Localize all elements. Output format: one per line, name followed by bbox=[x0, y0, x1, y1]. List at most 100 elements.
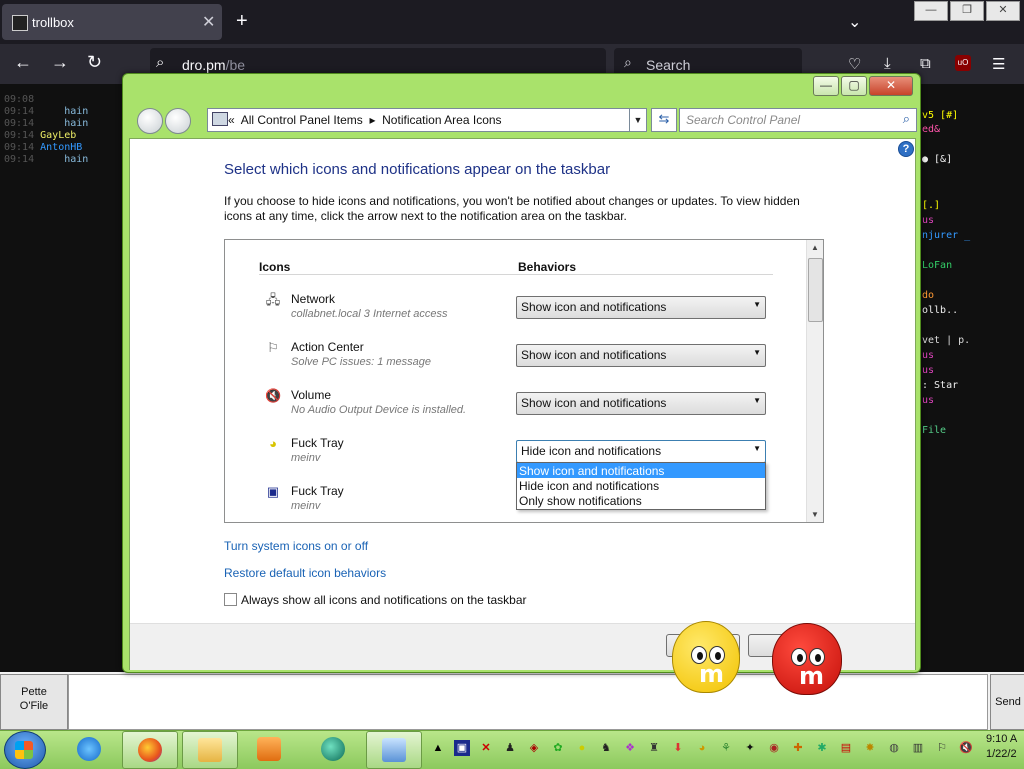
yellow-mascot-image: m bbox=[660, 615, 750, 730]
breadcrumb-all-items[interactable]: All Control Panel Items bbox=[241, 113, 363, 127]
dropdown-option[interactable]: Show icon and notifications bbox=[517, 463, 765, 478]
cp-minimize-button[interactable]: — bbox=[813, 76, 839, 96]
tray-app-icon[interactable]: ⬇ bbox=[670, 740, 686, 756]
row-name: Action Center bbox=[291, 340, 364, 354]
tray-app-icon[interactable]: ✦ bbox=[742, 740, 758, 756]
header-divider bbox=[259, 274, 773, 275]
tray-app-icon[interactable]: ◍ bbox=[886, 740, 902, 756]
tray-app-icon[interactable]: ◈ bbox=[526, 740, 542, 756]
tray-app-icon[interactable]: ♜ bbox=[646, 740, 662, 756]
tray-app-icon[interactable]: ● bbox=[574, 740, 590, 756]
cp-close-button[interactable]: ✕ bbox=[869, 76, 913, 96]
help-icon[interactable]: ? bbox=[898, 141, 914, 157]
send-button[interactable]: Send bbox=[990, 674, 1024, 730]
action-center-flag-icon[interactable]: ⚐ bbox=[934, 740, 950, 756]
dropdown-option[interactable]: Hide icon and notifications bbox=[517, 478, 765, 493]
tray-app-icon[interactable]: ✚ bbox=[790, 740, 806, 756]
chat-fragment: njurer _ bbox=[922, 230, 971, 241]
content-area: ? Select which icons and notifications a… bbox=[129, 138, 916, 670]
menu-hamburger-icon[interactable]: ☰ bbox=[992, 55, 1005, 73]
dropdown-option[interactable]: Only show notifications bbox=[517, 493, 765, 508]
tray-app-icon[interactable]: ◉ bbox=[766, 740, 782, 756]
address-bar[interactable]: « All Control Panel Items ▸ Notification… bbox=[207, 108, 647, 132]
refresh-icon[interactable]: ⇆ bbox=[651, 108, 677, 132]
chat-line: 09:08 bbox=[4, 94, 35, 105]
tray-app-icon[interactable]: ▤ bbox=[838, 740, 854, 756]
volume-muted-icon[interactable]: 🔇 bbox=[958, 740, 974, 756]
column-header-behaviors: Behaviors bbox=[518, 260, 577, 274]
search-icon[interactable]: ⌕ bbox=[903, 111, 910, 127]
taskbar-internet-explorer[interactable] bbox=[62, 731, 116, 767]
taskbar-media-player[interactable] bbox=[242, 731, 296, 767]
pocket-icon[interactable]: ♡ bbox=[848, 55, 861, 73]
restore-button[interactable]: ❐ bbox=[950, 1, 984, 21]
ublock-icon[interactable]: uO bbox=[955, 55, 971, 71]
search-control-panel-input[interactable]: Search Control Panel ⌕ bbox=[679, 108, 917, 132]
always-show-checkbox[interactable] bbox=[224, 593, 237, 606]
breadcrumb-separator[interactable]: ▸ bbox=[369, 113, 375, 127]
tray-app-icon[interactable]: ✕ bbox=[478, 740, 494, 756]
cp-forward-button[interactable] bbox=[165, 108, 191, 134]
tray-app-icon[interactable]: ✸ bbox=[862, 740, 878, 756]
new-tab-button[interactable]: + bbox=[236, 10, 248, 33]
behavior-select[interactable]: Show icon and notifications ▼ bbox=[516, 296, 766, 319]
reload-icon[interactable]: ↻ bbox=[87, 52, 102, 73]
tray-app-icon[interactable]: ✱ bbox=[814, 740, 830, 756]
taskbar-control-panel[interactable] bbox=[366, 731, 422, 769]
tab-close-icon[interactable]: ✕ bbox=[202, 12, 215, 32]
network-icon: 🖧 bbox=[265, 292, 281, 307]
tray-app-icon[interactable]: ♟ bbox=[502, 740, 518, 756]
tray-app-icon[interactable]: ❖ bbox=[622, 740, 638, 756]
always-show-checkbox-row[interactable]: Always show all icons and notifications … bbox=[224, 593, 527, 607]
search-icon: ⌕ bbox=[624, 54, 632, 70]
tray-app-icon[interactable]: ▣ bbox=[454, 740, 470, 756]
nickname-button[interactable]: Pette O'File bbox=[0, 674, 68, 730]
behavior-select[interactable]: Show icon and notifications ▼ bbox=[516, 392, 766, 415]
cp-search-placeholder: Search Control Panel bbox=[686, 113, 801, 127]
chat-fragment: vet | p. bbox=[922, 335, 971, 346]
downloads-icon[interactable]: ⤓ bbox=[884, 55, 891, 72]
breadcrumb-notification-icons[interactable]: Notification Area Icons bbox=[382, 113, 501, 127]
tray-app-icon: ◕ bbox=[269, 436, 277, 451]
tray-app-icon[interactable]: ◕ bbox=[694, 740, 710, 756]
show-hidden-icons-chevron-icon[interactable]: ▲ bbox=[430, 740, 446, 756]
tray-app-icon[interactable]: ▥ bbox=[910, 740, 926, 756]
chat-fragment: v5 [#] bbox=[922, 110, 959, 121]
start-button[interactable] bbox=[4, 731, 46, 769]
minimize-button[interactable]: — bbox=[914, 1, 948, 21]
chat-fragment: do bbox=[922, 290, 935, 301]
row-subtitle: collabnet.local 3 Internet access bbox=[291, 308, 448, 320]
row-name: Fuck Tray bbox=[291, 436, 344, 450]
forward-arrow-icon[interactable]: → bbox=[51, 52, 69, 73]
cp-back-button[interactable] bbox=[137, 108, 163, 134]
behavior-select-open[interactable]: Hide icon and notifications ▼ bbox=[516, 440, 766, 463]
column-header-icons: Icons bbox=[259, 260, 291, 274]
scroll-down-icon[interactable]: ▼ bbox=[811, 510, 819, 519]
tray-app-icon[interactable]: ♞ bbox=[598, 740, 614, 756]
back-arrow-icon[interactable]: ← bbox=[14, 52, 32, 73]
taskbar-green-app[interactable] bbox=[306, 731, 360, 767]
chat-log-right: v5 [#] ed& ● [&] [.] us njurer _ LoFan d… bbox=[920, 84, 1024, 674]
scroll-up-icon[interactable]: ▲ bbox=[811, 243, 819, 252]
extensions-icon[interactable]: ⧉ bbox=[920, 55, 931, 72]
taskbar-firefox[interactable] bbox=[122, 731, 178, 769]
tab-title: trollbox bbox=[32, 15, 74, 30]
list-tabs-chevron-icon[interactable]: ⌄ bbox=[848, 12, 861, 32]
tray-app-icon[interactable]: ⚘ bbox=[718, 740, 734, 756]
chevron-down-icon: ▼ bbox=[753, 300, 761, 309]
tray-app-icon[interactable]: ✿ bbox=[550, 740, 566, 756]
browser-tab[interactable]: trollbox ✕ bbox=[2, 4, 222, 40]
close-window-button[interactable]: ✕ bbox=[986, 1, 1020, 21]
turn-system-icons-link[interactable]: Turn system icons on or off bbox=[224, 539, 368, 553]
breadcrumb-overflow[interactable]: « bbox=[228, 113, 235, 127]
address-dropdown-chevron-icon[interactable]: ▼ bbox=[629, 108, 647, 132]
taskbar-file-explorer[interactable] bbox=[182, 731, 238, 769]
scroll-thumb[interactable] bbox=[808, 258, 823, 322]
behavior-select[interactable]: Show icon and notifications ▼ bbox=[516, 344, 766, 367]
restore-defaults-link[interactable]: Restore default icon behaviors bbox=[224, 566, 386, 580]
system-clock[interactable]: 9:10 A 1/22/2 bbox=[986, 732, 1024, 762]
nickname-line-1: Pette bbox=[21, 686, 47, 698]
list-scrollbar[interactable]: ▲ ▼ bbox=[806, 240, 823, 522]
behavior-value: Show icon and notifications bbox=[521, 396, 667, 410]
cp-maximize-button[interactable]: ▢ bbox=[841, 76, 867, 96]
